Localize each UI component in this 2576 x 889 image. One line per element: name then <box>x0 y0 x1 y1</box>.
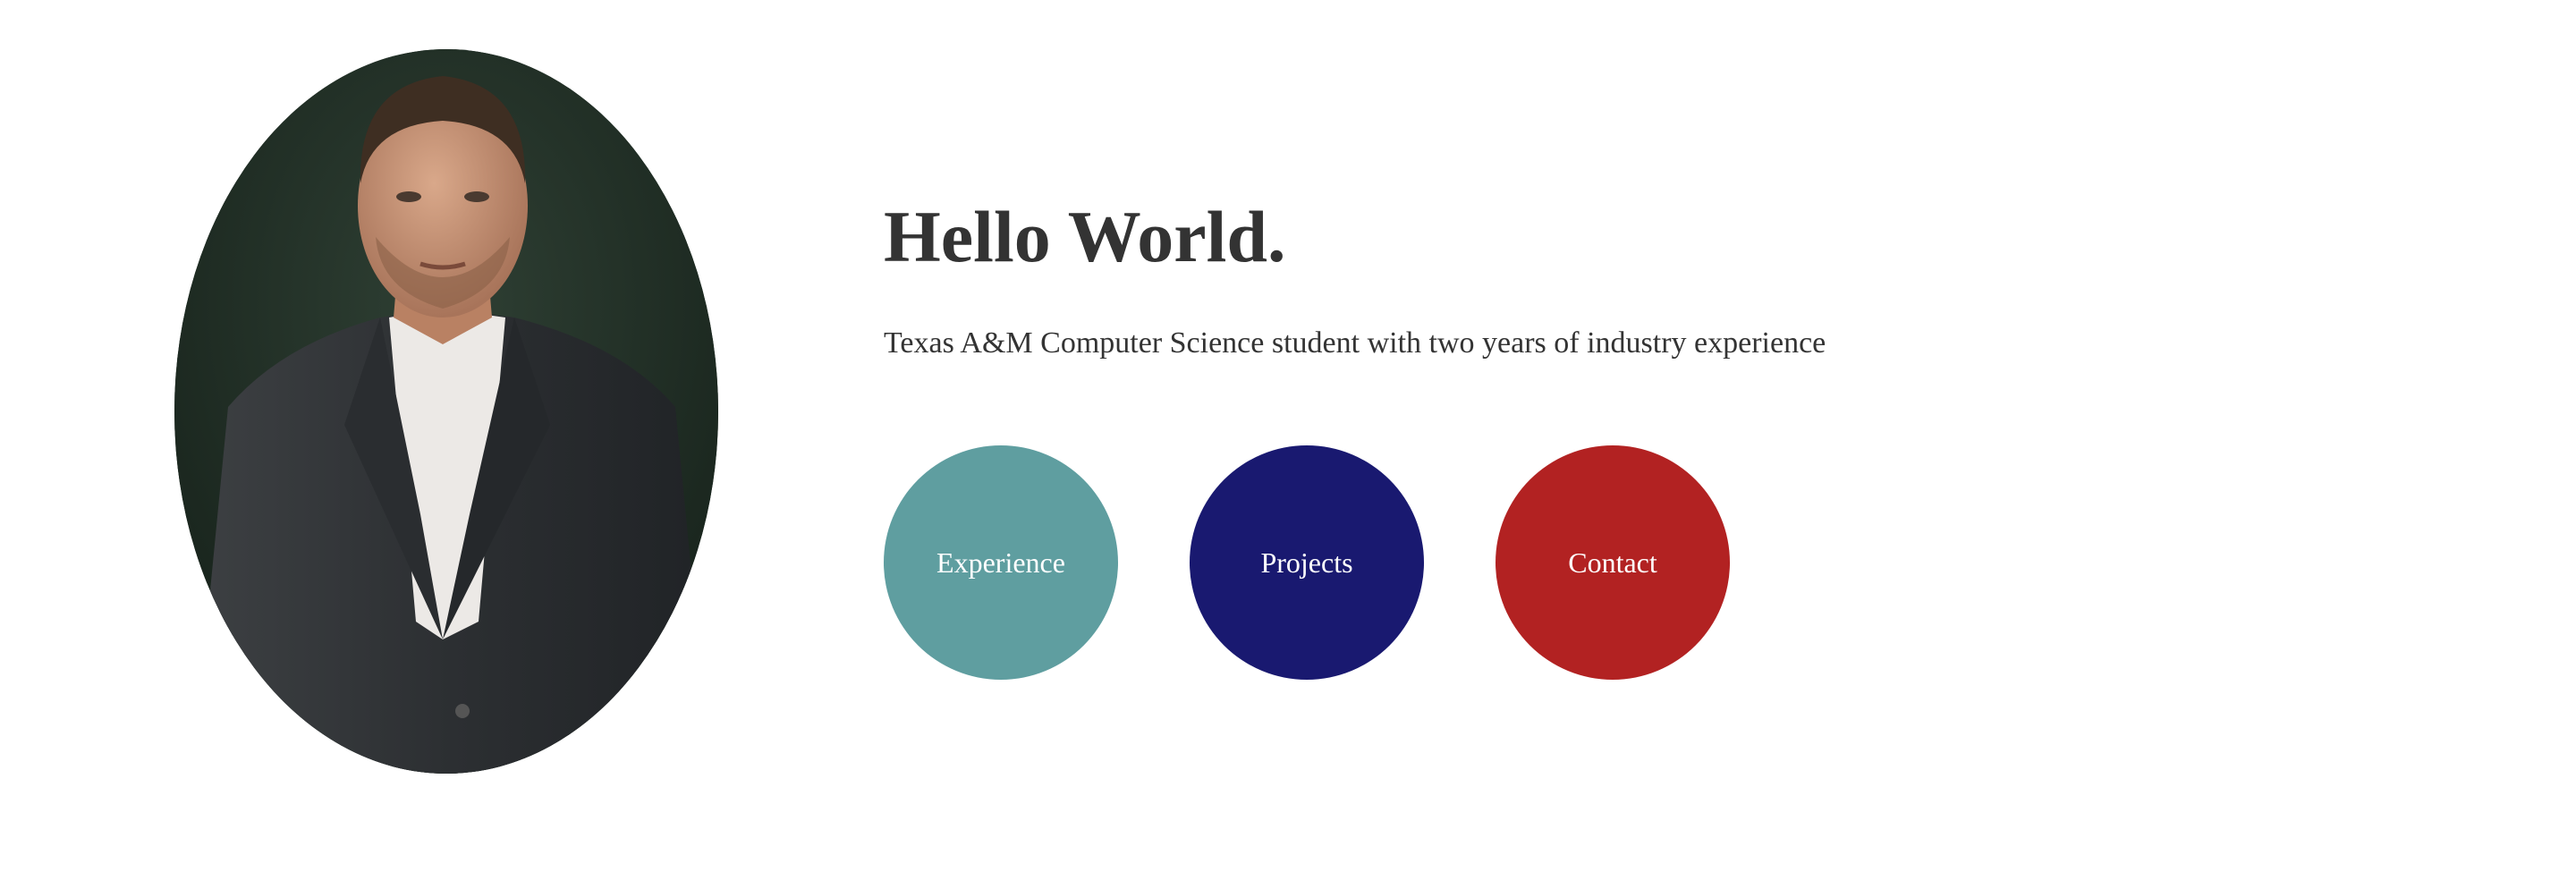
experience-button-label: Experience <box>936 546 1065 579</box>
contact-button[interactable]: Contact <box>1496 445 1730 680</box>
page-title: Hello World. <box>884 196 1286 277</box>
page-subtitle: Texas A&M Computer Science student with … <box>884 326 1826 360</box>
portrait-photo-icon <box>174 49 718 774</box>
hero: Hello World. Texas A&M Computer Science … <box>884 188 2046 363</box>
contact-button-label: Contact <box>1568 546 1657 579</box>
projects-button[interactable]: Projects <box>1190 445 1424 680</box>
experience-button[interactable]: Experience <box>884 445 1118 680</box>
page: Hello World. Texas A&M Computer Science … <box>0 0 2576 889</box>
projects-button-label: Projects <box>1260 546 1353 579</box>
profile-photo <box>174 49 718 774</box>
nav-buttons: Experience Projects Contact <box>884 445 1730 680</box>
